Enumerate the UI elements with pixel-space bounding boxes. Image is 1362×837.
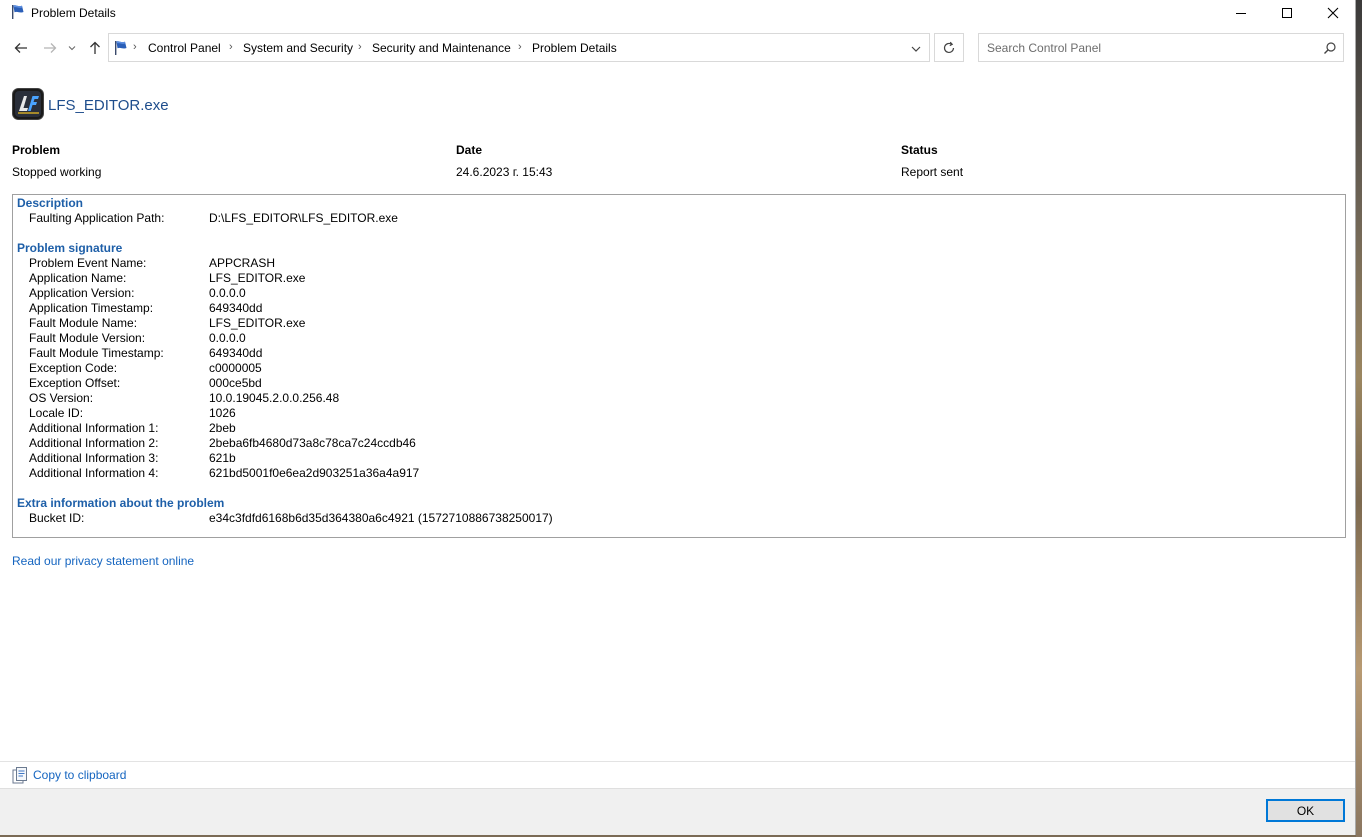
- status-value: Report sent: [901, 165, 964, 179]
- minimize-button[interactable]: [1218, 0, 1264, 26]
- breadcrumb-system-and-security[interactable]: System and Security: [243, 41, 353, 55]
- refresh-button[interactable]: [934, 33, 964, 62]
- lfs-editor-app-icon: [12, 88, 44, 120]
- detail-value: 10.0.19045.2.0.0.256.48: [209, 391, 340, 405]
- detail-value: LFS_EDITOR.exe: [209, 316, 306, 330]
- problem-signature-section-title: Problem signature: [17, 241, 123, 255]
- flag-icon: [12, 5, 24, 19]
- navigation-bar: › Control Panel › System and Security › …: [0, 33, 1356, 63]
- detail-value: 621b: [209, 451, 236, 465]
- detail-key: Additional Information 4:: [29, 466, 159, 480]
- detail-key: Faulting Application Path:: [29, 211, 165, 225]
- chevron-right-icon: ›: [358, 41, 362, 53]
- chevron-down-icon[interactable]: [909, 42, 923, 56]
- title-bar: Problem Details: [0, 0, 1356, 26]
- up-button[interactable]: [86, 39, 104, 57]
- detail-value: 649340dd: [209, 301, 263, 315]
- breadcrumb-control-panel[interactable]: Control Panel: [148, 41, 221, 55]
- problem-header: Problem: [12, 143, 61, 157]
- problem-details-window: Problem Details › Control Panel › System…: [0, 0, 1356, 835]
- forward-button[interactable]: [41, 39, 59, 57]
- detail-key: Application Name:: [29, 271, 127, 285]
- detail-value: 1026: [209, 406, 236, 420]
- date-value: 24.6.2023 г. 15:43: [456, 165, 553, 179]
- detail-key: Exception Offset:: [29, 376, 121, 390]
- detail-value: e34c3fdfd6168b6d35d364380a6c4921 (157271…: [209, 511, 553, 525]
- detail-key: Additional Information 1:: [29, 421, 159, 435]
- detail-value: APPCRASH: [209, 256, 276, 270]
- detail-value: 2beb: [209, 421, 236, 435]
- ok-button[interactable]: OK: [1266, 799, 1345, 822]
- detail-value: 2beba6fb4680d73a8c78ca7c24ccdb46: [209, 436, 416, 450]
- detail-value: 621bd5001f0e6ea2d903251a36a4a917: [209, 466, 420, 480]
- detail-value: D:\LFS_EDITOR\LFS_EDITOR.exe: [209, 211, 398, 225]
- detail-key: Application Version:: [29, 286, 135, 300]
- search-box[interactable]: [978, 33, 1344, 62]
- close-icon: [1327, 7, 1339, 19]
- clipboard-copy-icon: [12, 767, 27, 784]
- application-name: LFS_EDITOR.exe: [48, 97, 169, 114]
- detail-key: Fault Module Timestamp:: [29, 346, 164, 360]
- detail-key: Locale ID:: [29, 406, 84, 420]
- detail-key: OS Version:: [29, 391, 94, 405]
- description-section-title: Description: [17, 196, 84, 210]
- chevron-right-icon: ›: [518, 41, 522, 53]
- detail-value: 000ce5bd: [209, 376, 262, 390]
- date-header: Date: [456, 143, 483, 157]
- dialog-footer: OK: [0, 788, 1355, 835]
- window-title: Problem Details: [31, 6, 116, 20]
- detail-key: Additional Information 3:: [29, 451, 159, 465]
- detail-value: 649340dd: [209, 346, 263, 360]
- arrow-right-icon: [44, 43, 57, 53]
- detail-value: 0.0.0.0: [209, 331, 246, 345]
- desktop-background: [1356, 0, 1362, 837]
- detail-key: Bucket ID:: [29, 511, 85, 525]
- chevron-down-icon: [68, 46, 76, 51]
- search-icon[interactable]: [1323, 41, 1337, 55]
- detail-value: LFS_EDITOR.exe: [209, 271, 306, 285]
- back-button[interactable]: [12, 39, 30, 57]
- detail-value: 0.0.0.0: [209, 286, 246, 300]
- address-bar[interactable]: › Control Panel › System and Security › …: [108, 33, 930, 62]
- detail-value: c0000005: [209, 361, 262, 375]
- arrow-left-icon: [14, 43, 27, 53]
- maximize-button[interactable]: [1264, 0, 1310, 26]
- detail-key: Fault Module Version:: [29, 331, 146, 345]
- breadcrumb-problem-details[interactable]: Problem Details: [532, 41, 617, 55]
- chevron-right-icon: ›: [133, 41, 137, 53]
- status-header: Status: [901, 143, 938, 157]
- privacy-statement-link[interactable]: Read our privacy statement online: [12, 554, 194, 568]
- search-input[interactable]: [979, 34, 1325, 61]
- close-button[interactable]: [1310, 0, 1356, 26]
- problem-value: Stopped working: [12, 165, 102, 179]
- breadcrumb-security-and-maintenance[interactable]: Security and Maintenance: [372, 41, 511, 55]
- flag-icon: [115, 41, 127, 55]
- copy-to-clipboard-label[interactable]: Copy to clipboard: [33, 768, 126, 782]
- detail-key: Application Timestamp:: [29, 301, 154, 315]
- divider: [0, 761, 1355, 762]
- refresh-icon: [943, 41, 955, 53]
- detail-key: Additional Information 2:: [29, 436, 159, 450]
- detail-key: Fault Module Name:: [29, 316, 138, 330]
- arrow-up-icon: [90, 41, 100, 54]
- detail-key: Exception Code:: [29, 361, 118, 375]
- minimize-icon: [1236, 13, 1246, 14]
- problem-details-box[interactable]: Description Faulting Application Path: D…: [12, 194, 1346, 538]
- detail-key: Problem Event Name:: [29, 256, 147, 270]
- recent-locations-button[interactable]: [66, 39, 78, 57]
- maximize-icon: [1282, 8, 1292, 18]
- chevron-right-icon: ›: [229, 41, 233, 53]
- extra-information-section-title: Extra information about the problem: [17, 496, 225, 510]
